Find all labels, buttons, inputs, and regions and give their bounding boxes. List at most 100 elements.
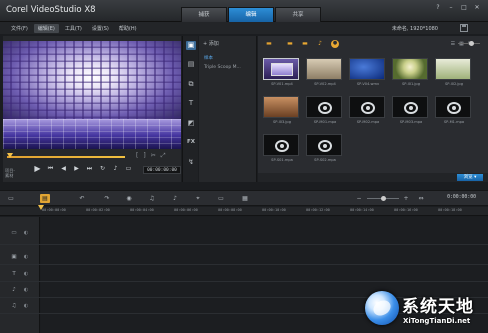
scrubber-handle[interactable] — [7, 153, 13, 158]
thumbnail-image[interactable] — [435, 58, 471, 80]
instant-project-icon[interactable]: ▤ — [186, 60, 196, 69]
menu-settings[interactable]: 设置(S) — [88, 24, 113, 33]
hd-icon[interactable]: ▭ — [124, 164, 133, 173]
thumbnail-image[interactable] — [306, 134, 342, 156]
timeline-ruler[interactable]: 00:00:00:00 00:00:02:00 00:00:04:00 00:0… — [0, 207, 488, 216]
sound-mixer-icon[interactable]: ♫ — [147, 194, 157, 203]
graphic-icon[interactable]: ◩ — [186, 119, 196, 128]
show-audio-icon[interactable]: ♪ — [316, 40, 324, 47]
thumbnail-size-slider[interactable] — [458, 41, 480, 46]
redo-icon[interactable]: ↷ — [102, 194, 112, 203]
media-thumbnail[interactable]: SP-I02.jpg — [435, 58, 473, 86]
menu-edit[interactable]: 编辑(E) — [33, 24, 59, 33]
thumbnail-image[interactable] — [263, 96, 299, 118]
thumbnail-image[interactable] — [435, 96, 471, 118]
tab-edit[interactable]: 编辑 — [228, 7, 274, 22]
mark-out-icon[interactable]: ] — [143, 152, 145, 160]
voice-track-icon[interactable]: ♪ — [9, 286, 19, 294]
timeline-timecode[interactable]: 0:00:00:00 — [447, 195, 476, 200]
overlay-track-icon[interactable]: ▣ — [9, 253, 19, 261]
track-visibility-icon[interactable]: ◐ — [22, 286, 30, 294]
media-thumbnail[interactable]: SP-S02.mpa — [306, 134, 344, 162]
enlarge-icon[interactable]: ⤢ — [161, 152, 166, 160]
folder-item-sample[interactable]: 样本 — [204, 55, 213, 61]
timeline-playhead[interactable] — [38, 205, 44, 210]
save-icon[interactable] — [460, 24, 468, 32]
media-thumbnail[interactable]: SP-V02.mp4 — [306, 58, 344, 86]
path-icon[interactable]: ↯ — [186, 158, 196, 167]
title-icon[interactable]: T — [186, 99, 196, 108]
track-visibility-icon[interactable]: ◐ — [22, 270, 30, 278]
thumbnail-size-knob[interactable] — [469, 41, 474, 46]
list-view-icon[interactable]: ☰ — [451, 41, 455, 47]
media-thumbnail[interactable]: SP-S01.mpa — [263, 134, 301, 162]
thumbnail-image[interactable] — [349, 96, 385, 118]
media-thumbnail[interactable]: SP-M01.mpa — [306, 96, 344, 124]
tab-share[interactable]: 共享 — [275, 7, 321, 22]
next-frame-icon[interactable]: ▶ — [72, 164, 81, 173]
go-to-end-icon[interactable]: ⏭ — [85, 164, 94, 173]
minimize-icon[interactable]: – — [446, 3, 456, 12]
repeat-icon[interactable]: ↻ — [98, 164, 107, 173]
filter-icon[interactable]: FX — [186, 138, 196, 147]
thumbnail-image[interactable] — [263, 134, 299, 156]
player-timecode[interactable]: 00:00:00:00 — [143, 166, 181, 174]
media-thumbnail[interactable]: SP-M02.mpa — [349, 96, 387, 124]
thumbnail-image[interactable] — [263, 58, 299, 80]
title-track-icon[interactable]: T — [9, 270, 19, 278]
thumbnail-image[interactable] — [306, 58, 342, 80]
maximize-icon[interactable]: □ — [459, 3, 469, 12]
thumbnail-image[interactable] — [392, 58, 428, 80]
tab-capture[interactable]: 捕获 — [181, 7, 227, 22]
browse-button[interactable]: 浏览 ▾ — [457, 174, 483, 181]
grid-view-icon[interactable]: ▦ — [459, 41, 464, 47]
zoom-out-icon[interactable]: − — [354, 194, 364, 203]
add-folder-button[interactable]: + 添加 — [203, 40, 219, 47]
timeline-zoom-slider[interactable] — [367, 196, 399, 201]
timeline-view-icon[interactable]: ▤ — [40, 194, 50, 203]
split-clip-icon[interactable]: ✂ — [151, 152, 156, 160]
show-video-icon[interactable]: ▬ — [286, 40, 294, 47]
motion-tracking-icon[interactable]: ⌖ — [193, 194, 203, 203]
go-to-start-icon[interactable]: ⏮ — [46, 164, 55, 173]
undo-icon[interactable]: ↶ — [77, 194, 87, 203]
media-thumbnail[interactable]: SP-M1.mpa — [435, 96, 473, 124]
scrubber[interactable] — [7, 153, 125, 158]
show-all-icon[interactable]: ● — [331, 40, 339, 48]
volume-icon[interactable]: ♪ — [111, 164, 120, 173]
fit-project-icon[interactable]: ⇔ — [416, 194, 426, 203]
media-thumbnail[interactable]: SP-V04.wmv — [349, 58, 387, 86]
preview-window[interactable] — [3, 41, 181, 149]
multi-camera-icon[interactable]: ▦ — [240, 194, 250, 203]
menu-tools[interactable]: 工具(T) — [61, 24, 86, 33]
menu-file[interactable]: 文件(F) — [7, 24, 32, 33]
play-icon[interactable]: ▶ — [33, 164, 42, 173]
import-folder-icon[interactable]: ▬ — [265, 40, 273, 47]
storyboard-view-icon[interactable]: ▭ — [6, 194, 16, 203]
folder-item-triple-scoop[interactable]: Triple Scoop M... — [204, 65, 241, 70]
track-visibility-icon[interactable]: ◐ — [22, 253, 30, 261]
thumbnail-image[interactable] — [392, 96, 428, 118]
menu-help[interactable]: 帮助(H) — [115, 24, 141, 33]
transition-icon[interactable]: ⧉ — [186, 80, 196, 89]
media-thumbnail[interactable]: SP-M03.mpa — [392, 96, 430, 124]
help-icon[interactable]: ? — [433, 3, 443, 12]
auto-music-icon[interactable]: ♪ — [170, 194, 180, 203]
record-capture-icon[interactable]: ◉ — [124, 194, 134, 203]
media-icon[interactable]: ▣ — [186, 41, 196, 50]
music-track-icon[interactable]: ♫ — [9, 302, 19, 310]
close-icon[interactable]: ✕ — [472, 3, 482, 12]
previous-frame-icon[interactable]: ◀ — [59, 164, 68, 173]
thumbnail-image[interactable] — [349, 58, 385, 80]
media-thumbnail[interactable]: SP-I03.jpg — [263, 96, 301, 124]
timeline-zoom-knob[interactable] — [381, 196, 386, 201]
video-track-icon[interactable]: ▭ — [9, 229, 19, 237]
track-visibility-icon[interactable]: ◐ — [22, 229, 30, 237]
project-clip-label[interactable]: 项目- 素材 — [5, 168, 15, 178]
track-visibility-icon[interactable]: ◐ — [22, 302, 30, 310]
mark-in-icon[interactable]: [ — [136, 152, 138, 160]
media-thumbnail[interactable]: SP-V01.mp4 — [263, 58, 301, 86]
zoom-in-icon[interactable]: + — [401, 194, 411, 203]
thumbnail-image[interactable] — [306, 96, 342, 118]
media-thumbnail[interactable]: SP-I01.jpg — [392, 58, 430, 86]
